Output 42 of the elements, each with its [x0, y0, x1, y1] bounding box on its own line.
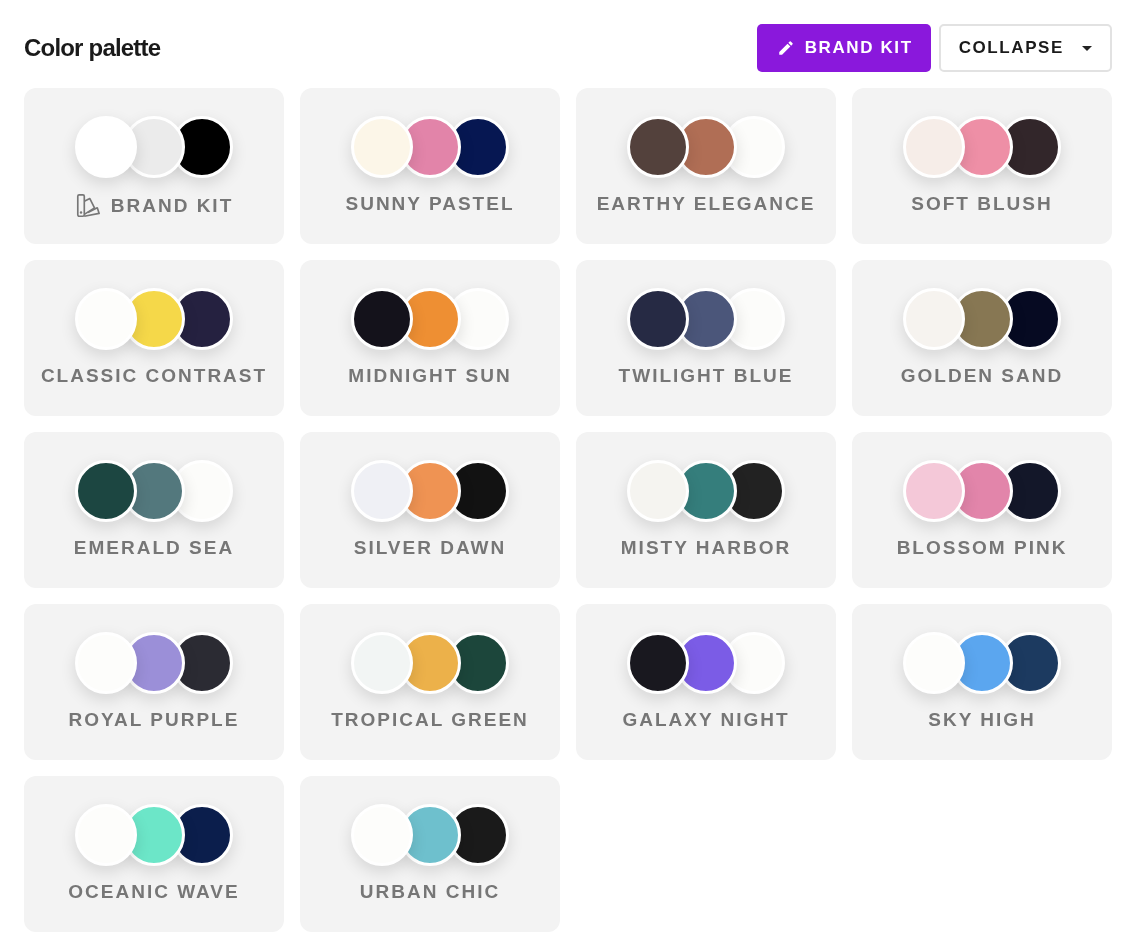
palette-card[interactable]: BLOSSOM PINK	[852, 432, 1112, 588]
palette-name: GOLDEN SAND	[900, 365, 1064, 387]
palette-card[interactable]: GALAXY NIGHT	[576, 604, 836, 760]
caret-icon	[1082, 45, 1092, 51]
palette-name: SOFT BLUSH	[911, 193, 1053, 215]
palette-name: ROYAL PURPLE	[68, 709, 240, 731]
brand-kit-button[interactable]: BRAND KIT	[756, 24, 931, 72]
palette-name: EMERALD SEA	[73, 537, 235, 559]
palette-card[interactable]: OCEANIC WAVE	[24, 776, 284, 932]
palette-card[interactable]: BRAND KIT	[24, 88, 284, 244]
palette-card[interactable]: CLASSIC CONTRAST	[24, 260, 284, 416]
palette-name: BRAND KIT	[110, 195, 234, 217]
section-title: Color palette	[24, 34, 161, 62]
palette-name: URBAN CHIC	[359, 881, 501, 903]
palette-name: TROPICAL GREEN	[331, 709, 529, 731]
pencil-icon	[776, 39, 795, 57]
palette-card[interactable]: MIDNIGHT SUN	[300, 260, 560, 416]
palette-card[interactable]: TROPICAL GREEN	[300, 604, 560, 760]
palette-name: CLASSIC CONTRAST	[40, 365, 268, 387]
palette-card[interactable]: ROYAL PURPLE	[24, 604, 284, 760]
palette-card[interactable]: TWILIGHT BLUE	[576, 260, 836, 416]
palette-card[interactable]: EARTHY ELEGANCE	[576, 88, 836, 244]
palette-card[interactable]: GOLDEN SAND	[852, 260, 1112, 416]
palette-name: SKY HIGH	[928, 709, 1036, 731]
palette-card[interactable]: SOFT BLUSH	[852, 88, 1112, 244]
palette-card[interactable]: SILVER DAWN	[300, 432, 560, 588]
palette-card[interactable]: SKY HIGH	[852, 604, 1112, 760]
palette-name: MIDNIGHT SUN	[348, 365, 512, 387]
palette-name: SILVER DAWN	[353, 537, 507, 559]
palette-name: OCEANIC WAVE	[68, 881, 240, 903]
collapse-dropdown-button[interactable]: COLLAPSE	[938, 24, 1112, 72]
palette-card[interactable]: URBAN CHIC	[300, 776, 560, 932]
palette-name: BLOSSOM PINK	[896, 537, 1068, 559]
palette-card[interactable]: SUNNY PASTEL	[300, 88, 560, 244]
swatch-fan-icon	[74, 193, 101, 219]
palette-card[interactable]: MISTY HARBOR	[576, 432, 836, 588]
palette-name: EARTHY ELEGANCE	[596, 193, 816, 215]
palette-card[interactable]: EMERALD SEA	[24, 432, 284, 588]
palette-name: SUNNY PASTEL	[345, 193, 515, 215]
palette-name: GALAXY NIGHT	[622, 709, 790, 731]
palette-name: MISTY HARBOR	[620, 537, 792, 559]
palette-name: TWILIGHT BLUE	[618, 365, 794, 387]
